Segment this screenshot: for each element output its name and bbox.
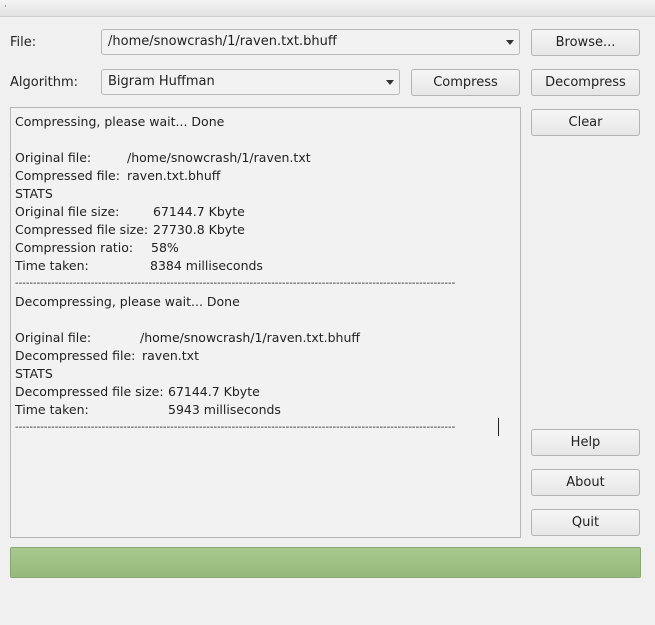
chevron-down-icon[interactable] bbox=[386, 80, 394, 85]
help-button[interactable]: Help bbox=[531, 429, 640, 456]
algorithm-combobox[interactable]: Bigram Huffman bbox=[101, 69, 400, 95]
output-line: Time taken: 8384 milliseconds bbox=[15, 258, 520, 276]
output-line: Compression ratio: 58% bbox=[15, 240, 520, 258]
output-line: Decompressed file size: 67144.7 Kbyte bbox=[15, 384, 520, 402]
output-key: Decompressed file size: bbox=[15, 384, 164, 399]
output-key: Time taken: bbox=[15, 402, 89, 417]
about-button[interactable]: About bbox=[531, 469, 640, 496]
text-caret bbox=[498, 418, 499, 436]
progress-bar bbox=[10, 547, 641, 578]
output-value: /home/snowcrash/1/raven.txt.bhuff bbox=[140, 330, 360, 345]
output-line: Time taken: 5943 milliseconds bbox=[15, 402, 520, 420]
output-separator: ----------------------------------------… bbox=[15, 278, 456, 289]
progress-bar-fill bbox=[11, 548, 640, 577]
output-text-area[interactable]: Compressing, please wait... Done Origina… bbox=[10, 107, 521, 538]
output-line: Decompressed file: raven.txt bbox=[15, 348, 520, 366]
output-blank-line bbox=[15, 312, 520, 330]
clear-button[interactable]: Clear bbox=[531, 109, 640, 136]
output-key: Compressed file size: bbox=[15, 222, 149, 237]
output-key: Original file: bbox=[15, 330, 92, 345]
output-line: STATS bbox=[15, 366, 53, 381]
browse-button[interactable]: Browse... bbox=[531, 29, 640, 56]
title-bar-glyph: · bbox=[4, 2, 7, 12]
algorithm-label: Algorithm: bbox=[10, 75, 79, 90]
output-blank-line bbox=[15, 132, 520, 150]
output-value: raven.txt.bhuff bbox=[127, 168, 221, 183]
output-line: Compressed file: raven.txt.bhuff bbox=[15, 168, 520, 186]
file-combobox-value: /home/snowcrash/1/raven.txt.bhuff bbox=[108, 34, 337, 49]
output-line: Compressed file size: 27730.8 Kbyte bbox=[15, 222, 520, 240]
output-line: Compressing, please wait... Done bbox=[15, 114, 225, 129]
output-separator: ----------------------------------------… bbox=[15, 422, 456, 433]
output-key: Original file: bbox=[15, 150, 92, 165]
output-key: Compression ratio: bbox=[15, 240, 134, 255]
output-key: Original file size: bbox=[15, 204, 120, 219]
algorithm-combobox-value: Bigram Huffman bbox=[108, 74, 215, 89]
output-key: Compressed file: bbox=[15, 168, 120, 183]
decompress-button[interactable]: Decompress bbox=[531, 69, 640, 96]
file-combobox[interactable]: /home/snowcrash/1/raven.txt.bhuff bbox=[101, 29, 520, 55]
output-line: STATS bbox=[15, 186, 53, 201]
file-label: File: bbox=[10, 35, 37, 50]
chevron-down-icon[interactable] bbox=[506, 40, 514, 45]
title-bar: · bbox=[0, 0, 655, 17]
output-value: 58% bbox=[151, 240, 179, 255]
output-key: Time taken: bbox=[15, 258, 89, 273]
output-line: Decompressing, please wait... Done bbox=[15, 294, 240, 309]
output-line: Original file: /home/snowcrash/1/raven.tx… bbox=[15, 150, 520, 168]
output-key: Decompressed file: bbox=[15, 348, 136, 363]
output-value: 8384 milliseconds bbox=[150, 258, 263, 273]
quit-button[interactable]: Quit bbox=[531, 509, 640, 536]
output-line: Original file size: 67144.7 Kbyte bbox=[15, 204, 520, 222]
output-value: 5943 milliseconds bbox=[168, 402, 281, 417]
output-value: /home/snowcrash/1/raven.txt bbox=[127, 150, 311, 165]
output-value: 67144.7 Kbyte bbox=[168, 384, 260, 399]
output-line: Original file: /home/snowcrash/1/raven.tx… bbox=[15, 330, 520, 348]
output-value: 27730.8 Kbyte bbox=[153, 222, 245, 237]
compress-button[interactable]: Compress bbox=[411, 69, 520, 96]
output-value: 67144.7 Kbyte bbox=[153, 204, 245, 219]
output-value: raven.txt bbox=[142, 348, 199, 363]
